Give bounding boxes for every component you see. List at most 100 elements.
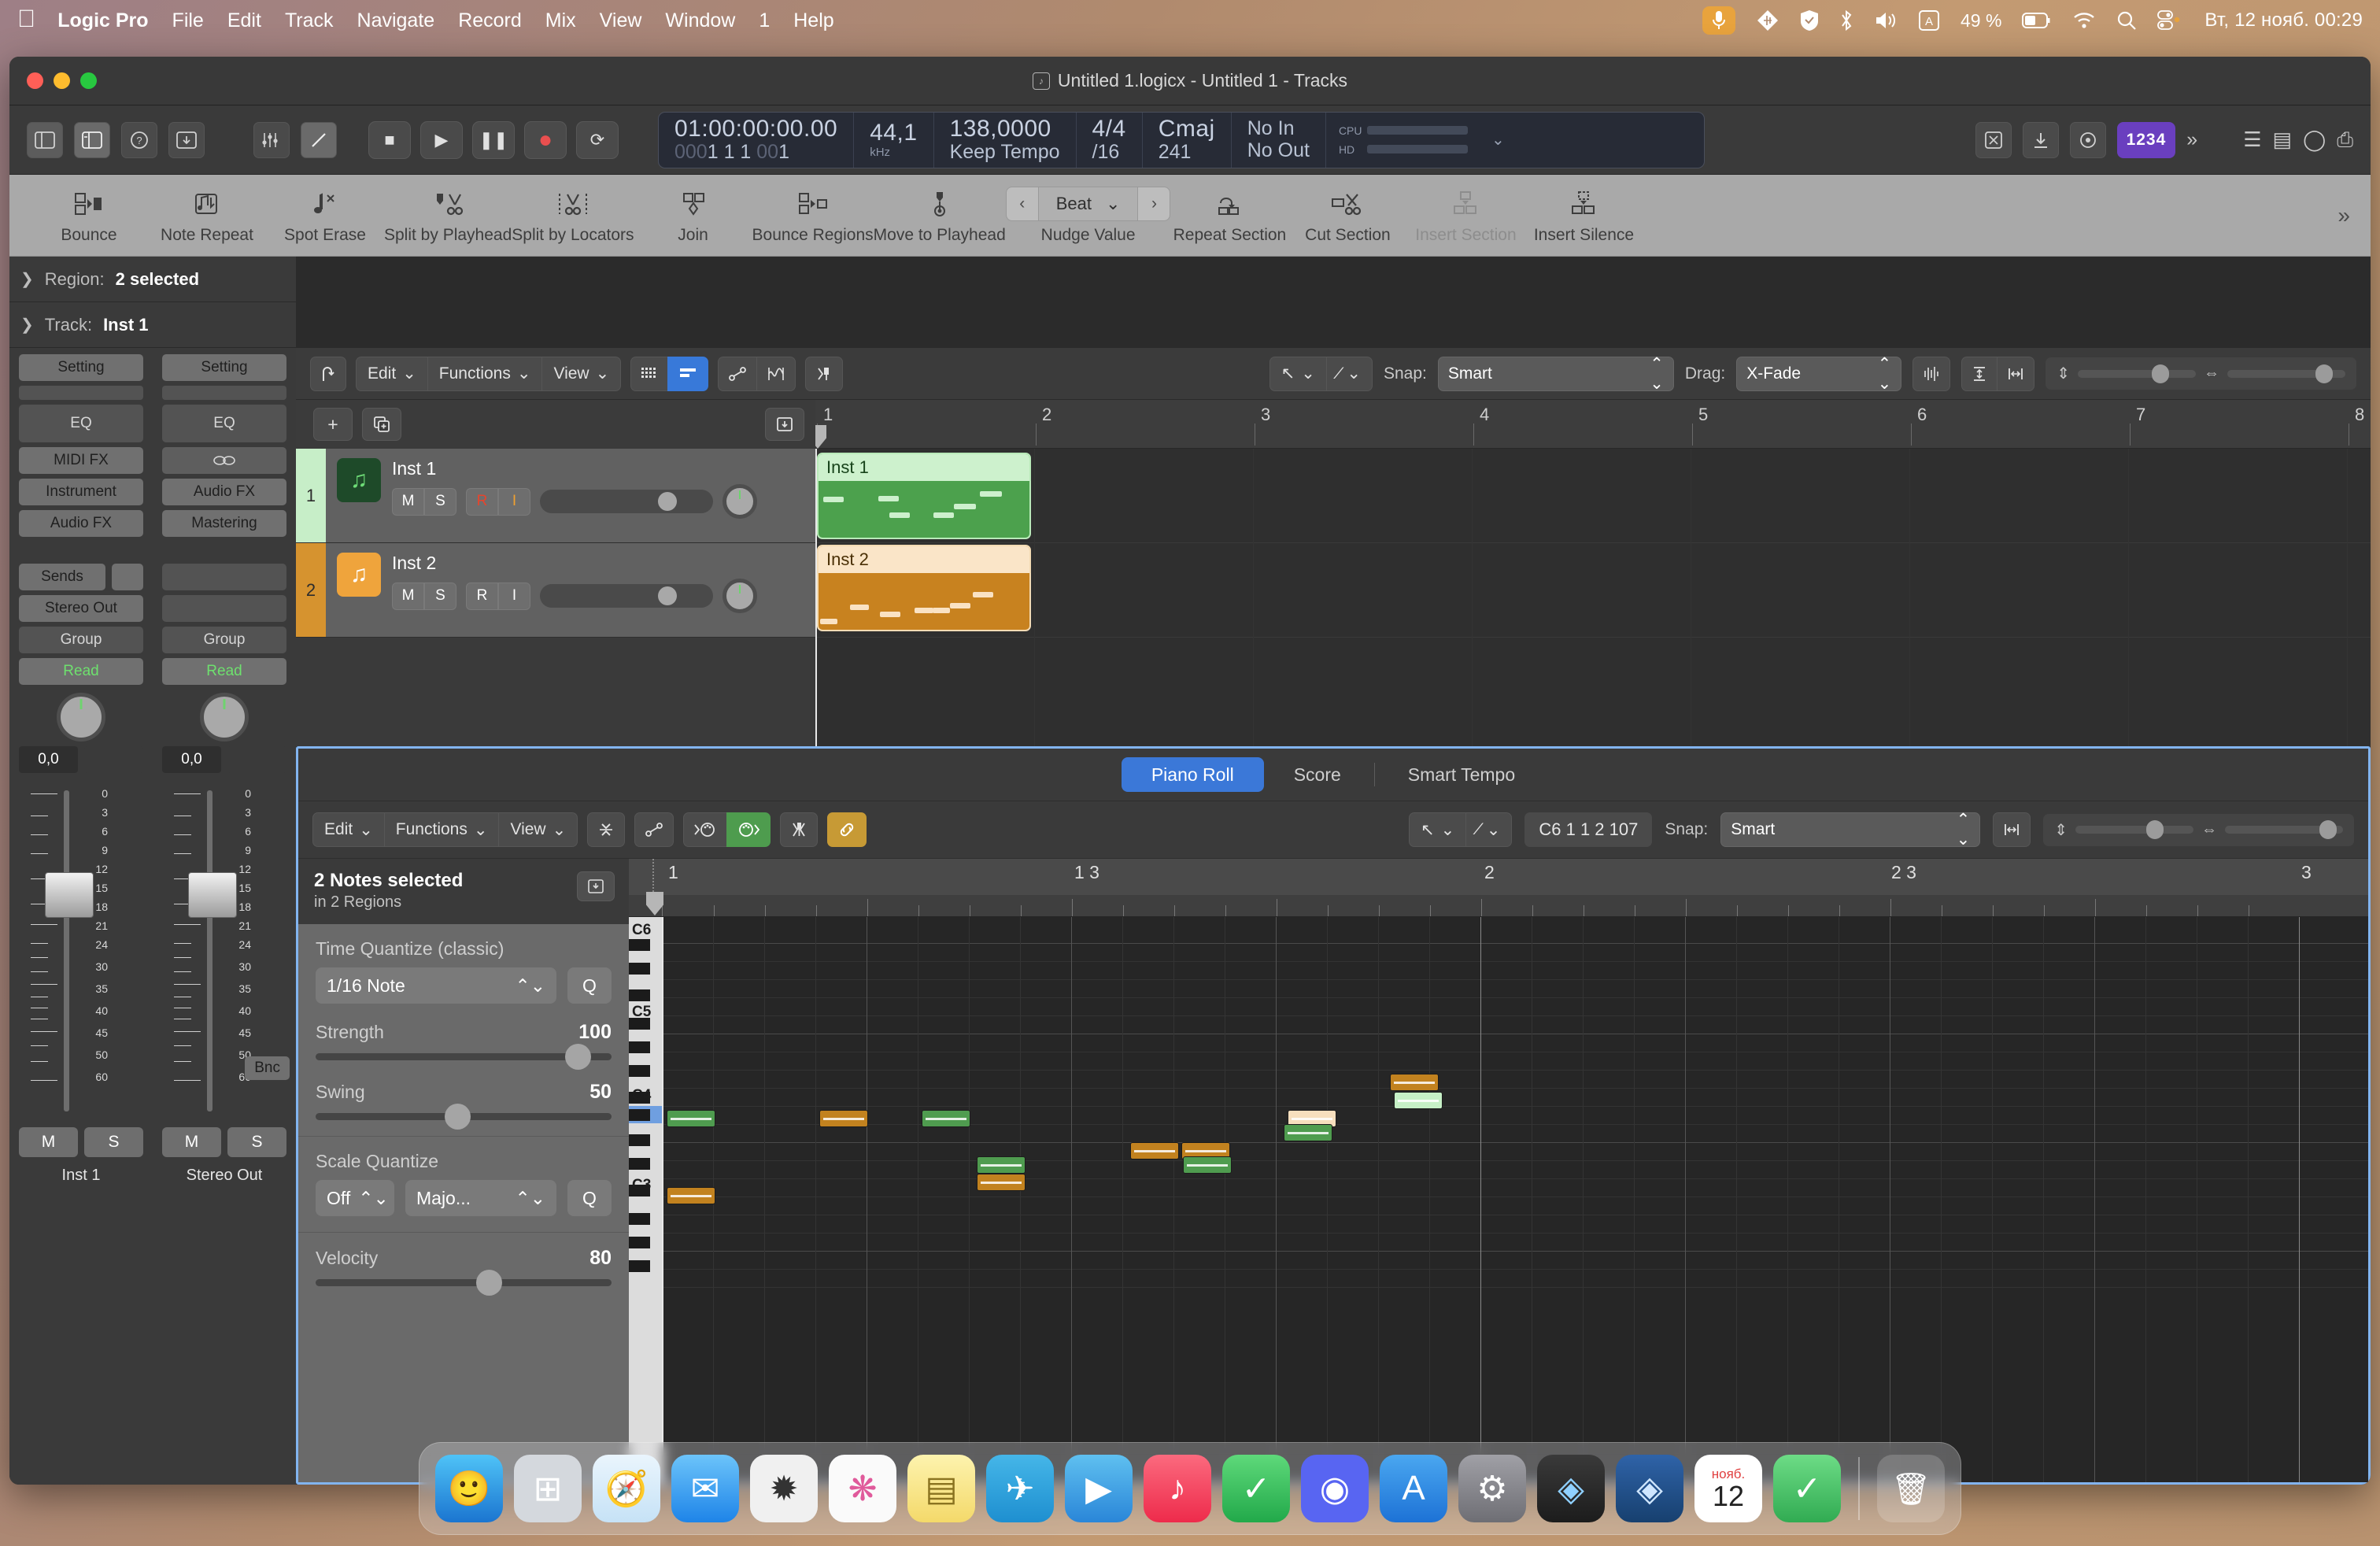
flex-button[interactable] — [756, 356, 796, 391]
bluetooth-icon[interactable] — [1839, 9, 1853, 31]
toolbar-overflow-icon[interactable]: » — [2338, 203, 2350, 228]
calendar-icon[interactable]: нояб. 12 — [1694, 1455, 1762, 1522]
brush-button[interactable] — [780, 812, 819, 847]
track-mute-button[interactable]: M — [392, 487, 424, 516]
lcd-timesig-cell[interactable]: 4/4 /16 — [1077, 112, 1143, 168]
waveform-button[interactable] — [1913, 356, 1951, 391]
pr-snap-select[interactable]: Smart ⌃ ⌄ — [1720, 811, 1981, 849]
browsers-button[interactable] — [2022, 121, 2059, 158]
strip-mute-button[interactable]: M — [19, 1127, 78, 1157]
library-button[interactable] — [27, 121, 63, 158]
pr-edit-menu[interactable]: Edit ⌄ — [312, 812, 384, 847]
automation-mode-button-2[interactable]: Read — [162, 658, 286, 685]
pencil-tool-button[interactable]: ∕ ⌄ — [1325, 356, 1373, 391]
tab-smart-tempo[interactable]: Smart Tempo — [1378, 757, 1545, 792]
scale-root-select[interactable]: Off ⌃⌄ — [316, 1180, 394, 1216]
pause-button[interactable]: ❚❚ — [472, 120, 515, 159]
audio-midi-icon[interactable] — [1756, 9, 1779, 32]
battery-icon[interactable] — [2022, 12, 2052, 29]
nudge-prev-button[interactable]: ‹ — [1007, 194, 1038, 213]
strength-slider[interactable] — [316, 1044, 612, 1070]
velocity-slider[interactable] — [316, 1270, 612, 1296]
bounce-button[interactable]: Bounce — [30, 187, 148, 245]
quick-help-button[interactable]: ? — [121, 121, 157, 158]
timeline-ruler[interactable]: 1 2 3 4 5 6 7 8 — [815, 400, 2371, 449]
shield-app-icon[interactable]: ✓ — [1222, 1455, 1290, 1522]
repeat-section-button[interactable]: Repeat Section — [1170, 187, 1288, 245]
split-by-locators-button[interactable]: Split by Locators — [512, 187, 634, 245]
pan-knob-2[interactable] — [200, 693, 249, 742]
menu-one[interactable]: 1 — [759, 9, 770, 32]
menu-record[interactable]: Record — [458, 9, 522, 32]
horizontal-zoom-slider[interactable] — [2227, 364, 2345, 383]
notes-button[interactable]: ▤ — [2273, 128, 2293, 152]
split-by-playhead-button[interactable]: Split by Playhead — [384, 187, 512, 245]
insert-section-button[interactable]: Insert Section — [1406, 187, 1524, 245]
track-name[interactable]: Inst 1 — [392, 458, 804, 479]
logic-pro-icon[interactable]: ◈ — [1537, 1455, 1605, 1522]
automation-button[interactable] — [718, 356, 757, 391]
nudge-value-select[interactable]: Beat ⌄ — [1037, 187, 1139, 220]
note-item[interactable] — [1130, 1142, 1179, 1160]
duplicate-track-button[interactable] — [362, 408, 401, 441]
list-editors-button[interactable]: ☰ — [2243, 128, 2261, 152]
trash-icon[interactable]: 🗑 — [1877, 1455, 1945, 1522]
safari-icon[interactable]: 🧭 — [593, 1455, 660, 1522]
mastering-button[interactable]: Mastering — [162, 510, 286, 537]
volume-fader-2[interactable] — [174, 786, 237, 1116]
pr-subdivision-ruler[interactable] — [629, 892, 2368, 917]
move-to-playhead-button[interactable]: Move to Playhead — [874, 187, 1006, 245]
finder-icon[interactable]: 🙂 — [435, 1455, 503, 1522]
eq-button-2[interactable]: EQ — [162, 405, 286, 442]
note-item[interactable] — [977, 1156, 1026, 1174]
pan-value[interactable]: 0,0 — [19, 746, 78, 773]
note-item[interactable] — [1183, 1156, 1232, 1174]
disclosure-arrow-icon[interactable]: ❯ — [20, 269, 34, 289]
note-item-selected[interactable] — [1394, 1092, 1443, 1109]
collapse-notes-button[interactable] — [587, 812, 626, 847]
list-view-button[interactable] — [667, 356, 709, 391]
sends-button[interactable]: Sends — [19, 564, 105, 590]
notes-icon[interactable]: ▤ — [907, 1455, 975, 1522]
bounce-strip-button[interactable]: Bnc — [245, 1056, 290, 1080]
track-record-button[interactable]: R — [466, 487, 498, 516]
strip-blank-slot[interactable] — [19, 386, 143, 400]
sends-extra-button[interactable] — [112, 564, 143, 590]
menu-navigate[interactable]: Navigate — [357, 9, 435, 32]
pr-pencil-tool-button[interactable]: ∕ ⌄ — [1465, 812, 1513, 847]
telegram-icon[interactable]: ✈ — [986, 1455, 1054, 1522]
lcd-samplerate-cell[interactable]: 44,1 kHz — [854, 112, 934, 168]
bounce-regions-button[interactable]: Bounce Regions — [752, 187, 874, 245]
control-center-icon[interactable] — [2157, 10, 2184, 31]
track-functions-menu[interactable]: Functions ⌄ — [427, 356, 542, 391]
note-item[interactable] — [819, 1110, 868, 1127]
tasks-icon[interactable]: ✓ — [1773, 1455, 1841, 1522]
track-input-button[interactable]: I — [498, 582, 530, 610]
play-button[interactable]: ▶ — [420, 120, 463, 159]
lcd-display[interactable]: 01:00:00:00.00 0001 1 1 001 44,1 kHz 138… — [658, 111, 1705, 168]
photos-legacy-icon[interactable]: ✹ — [750, 1455, 818, 1522]
link-button[interactable] — [827, 812, 867, 847]
binaural-button[interactable] — [162, 447, 286, 474]
scale-quantize-q-button[interactable]: Q — [567, 1180, 612, 1216]
search-icon[interactable] — [2116, 10, 2137, 31]
note-item[interactable] — [977, 1174, 1026, 1191]
pan-value-2[interactable]: 0,0 — [162, 746, 221, 773]
mail-icon[interactable]: ✉ — [671, 1455, 739, 1522]
pan-knob[interactable] — [57, 693, 105, 742]
track-pan-knob[interactable] — [722, 579, 757, 613]
wifi-icon[interactable] — [2072, 11, 2096, 30]
track-inspector-header[interactable]: ❯ Track: Inst 1 — [9, 302, 296, 348]
region-inst2[interactable]: Inst 2 — [817, 545, 1031, 631]
inspector-collapse-button[interactable] — [577, 871, 615, 901]
eq-button[interactable]: EQ — [19, 405, 143, 442]
appstore-icon[interactable]: A — [1380, 1455, 1447, 1522]
add-track-button[interactable]: + — [313, 408, 353, 441]
strip-solo-button-2[interactable]: S — [227, 1127, 286, 1157]
photos-icon[interactable]: ❋ — [829, 1455, 896, 1522]
pointer-tool-button[interactable]: ↖ ⌄ — [1269, 356, 1326, 391]
scale-type-select[interactable]: Majo... ⌃⌄ — [405, 1180, 556, 1216]
menu-logic-pro[interactable]: Logic Pro — [57, 9, 148, 32]
tab-score[interactable]: Score — [1264, 757, 1371, 792]
output-button[interactable]: Stereo Out — [19, 595, 143, 622]
